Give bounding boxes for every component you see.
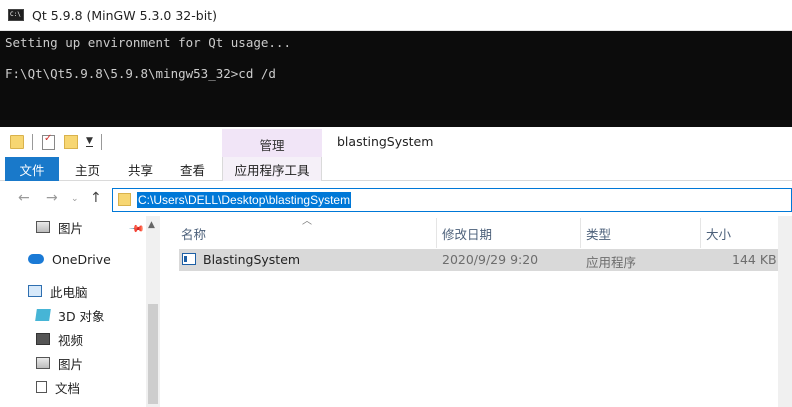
- file-list-scrollbar[interactable]: [778, 216, 792, 407]
- onedrive-icon: [28, 254, 44, 264]
- file-list: ︿ 名称 修改日期 类型 大小 BlastingSystem 2020/9/29…: [162, 216, 792, 407]
- address-input[interactable]: C:\Users\DELL\Desktop\blastingSystem: [137, 192, 352, 208]
- computer-icon: [28, 285, 42, 297]
- nav-item-3d-objects[interactable]: 3D 对象: [35, 304, 105, 326]
- column-header-type[interactable]: 类型: [586, 224, 611, 243]
- console-titlebar: Qt 5.9.8 (MinGW 5.3.0 32-bit): [0, 0, 792, 31]
- folder-icon: [118, 193, 131, 206]
- toolbar-divider: [100, 134, 102, 150]
- properties-icon[interactable]: [42, 133, 55, 150]
- scrollbar-thumb[interactable]: [148, 304, 158, 404]
- column-header-size[interactable]: 大小: [706, 224, 731, 243]
- ribbon-tabs: 文件 主页 共享 查看 应用程序工具: [0, 157, 792, 181]
- scroll-up-icon[interactable]: ▲: [148, 220, 155, 230]
- nav-item-videos[interactable]: 视频: [36, 328, 83, 350]
- quick-access-toolbar: ▼: [0, 127, 230, 157]
- console-app-icon: [8, 9, 24, 21]
- tab-view[interactable]: 查看: [180, 157, 205, 181]
- new-folder-icon[interactable]: [64, 135, 78, 149]
- forward-arrow-icon[interactable]: →: [46, 190, 58, 206]
- file-size: 144 KB: [732, 252, 777, 267]
- nav-item-this-pc[interactable]: 此电脑: [28, 280, 88, 302]
- nav-item-label: 文档: [55, 380, 81, 396]
- nav-item-label: 视频: [58, 332, 84, 348]
- table-row[interactable]: BlastingSystem 2020/9/29 9:20 应用程序 144 K…: [179, 249, 778, 271]
- picture-icon: [36, 357, 50, 369]
- nav-item-label: 图片: [58, 220, 84, 236]
- toolbar-divider: [32, 134, 33, 150]
- pin-icon[interactable]: 📌: [128, 221, 145, 238]
- sort-ascending-icon: ︿: [302, 216, 312, 227]
- tab-home[interactable]: 主页: [75, 157, 100, 181]
- nav-item-label: 3D 对象: [58, 308, 105, 324]
- column-divider[interactable]: [700, 218, 701, 248]
- nav-item-pictures[interactable]: 图片: [36, 216, 83, 238]
- file-name: BlastingSystem: [203, 252, 301, 267]
- column-header-modified[interactable]: 修改日期: [442, 224, 492, 243]
- recent-locations-icon[interactable]: ⌄: [71, 194, 79, 204]
- folder-icon: [10, 135, 24, 149]
- document-icon: [36, 381, 47, 393]
- nav-item-label: 图片: [58, 356, 84, 372]
- navigation-pane: 图片 📌 OneDrive 此电脑 3D 对象 视频 图片 文档 ▲: [0, 216, 162, 407]
- picture-icon: [36, 221, 50, 233]
- 3d-objects-icon: [35, 309, 51, 321]
- window-title: blastingSystem: [337, 134, 434, 149]
- console-line: F:\Qt\Qt5.9.8\5.9.8\mingw53_32>cd /d: [5, 66, 276, 81]
- context-tab-header: 管理: [222, 129, 322, 159]
- column-divider[interactable]: [580, 218, 581, 248]
- application-icon: [182, 253, 196, 265]
- column-header-name[interactable]: 名称: [181, 224, 206, 243]
- nav-item-label: 此电脑: [50, 284, 88, 300]
- tab-file[interactable]: 文件: [5, 157, 59, 181]
- column-divider[interactable]: [436, 218, 437, 248]
- tab-share[interactable]: 共享: [128, 157, 153, 181]
- file-explorer-window: ▼ 管理 blastingSystem 文件 主页 共享 查看 应用程序工具 ←…: [0, 127, 792, 407]
- file-modified: 2020/9/29 9:20: [442, 252, 539, 267]
- nav-item-pictures[interactable]: 图片: [36, 352, 83, 374]
- tab-application-tools[interactable]: 应用程序工具: [222, 157, 322, 181]
- nav-item-onedrive[interactable]: OneDrive: [28, 248, 111, 270]
- video-icon: [36, 333, 50, 345]
- chevron-down-icon[interactable]: ▼: [86, 137, 93, 147]
- console-line: Setting up environment for Qt usage...: [5, 35, 291, 50]
- address-bar[interactable]: C:\Users\DELL\Desktop\blastingSystem: [112, 188, 792, 212]
- address-row: ← → ⌄ ↑ C:\Users\DELL\Desktop\blastingSy…: [0, 186, 792, 216]
- nav-scrollbar[interactable]: ▲: [146, 216, 160, 407]
- back-arrow-icon[interactable]: ←: [18, 190, 30, 206]
- up-arrow-icon[interactable]: ↑: [90, 190, 102, 206]
- nav-item-documents[interactable]: 文档: [36, 376, 80, 398]
- nav-item-label: OneDrive: [52, 251, 111, 267]
- console-title: Qt 5.9.8 (MinGW 5.3.0 32-bit): [32, 7, 217, 23]
- file-type: 应用程序: [586, 255, 637, 270]
- console-output[interactable]: Setting up environment for Qt usage... F…: [0, 31, 792, 127]
